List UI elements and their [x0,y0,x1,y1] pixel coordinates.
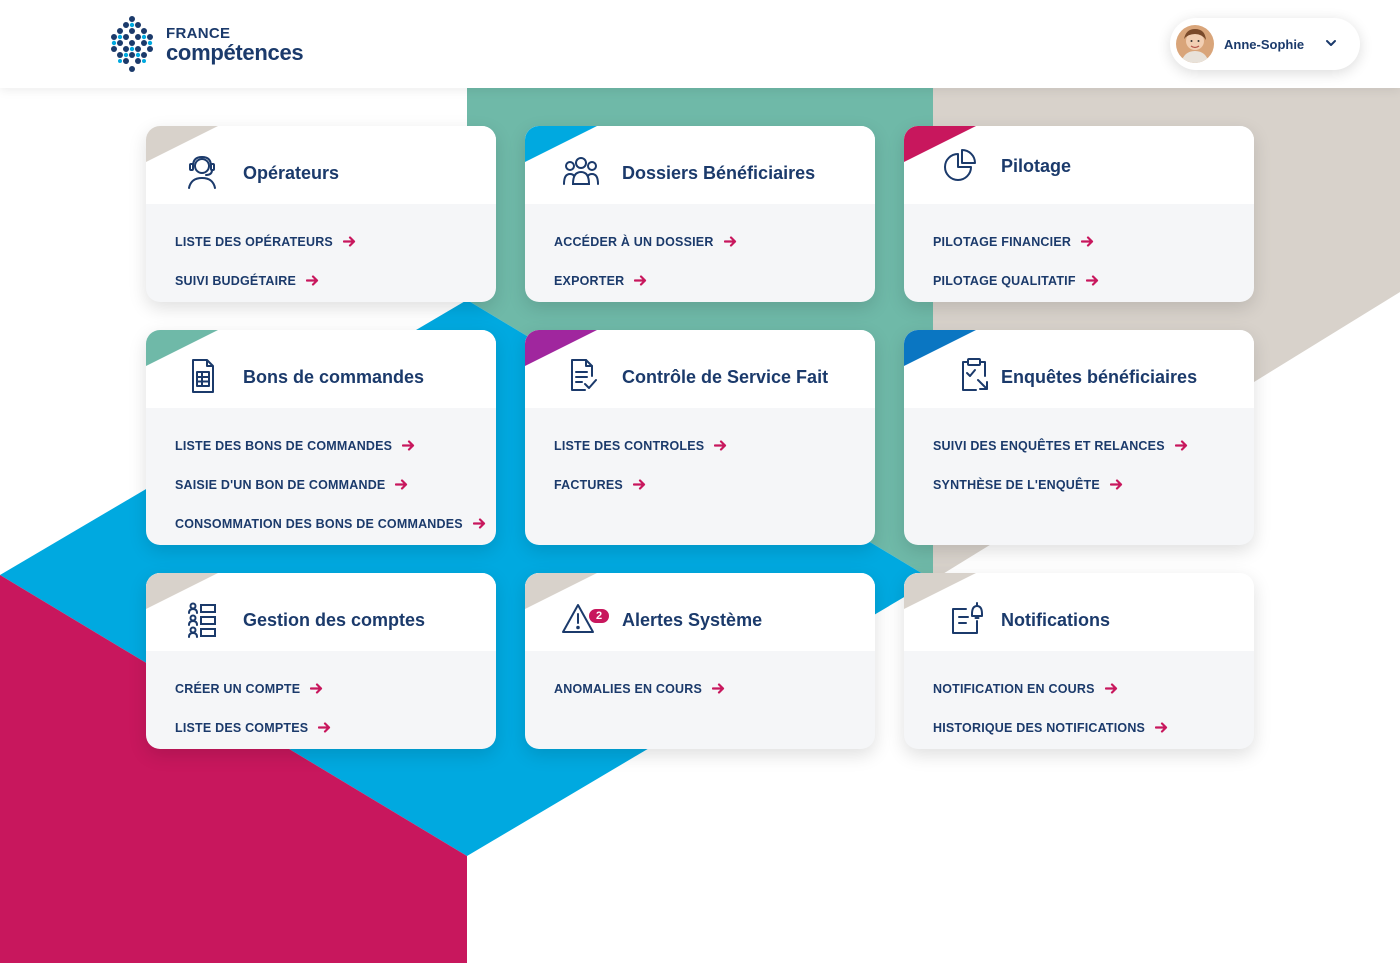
card-title: Bons de commandes [243,367,425,387]
card-title: Enquêtes bénéficiaires [1001,367,1198,387]
link-label: HISTORIQUE DES NOTIFICATIONS [933,720,1146,735]
clipboard-survey-icon [962,358,988,391]
arrow-right-icon [714,440,727,451]
link-label: LISTE DES COMPTES [175,720,309,735]
card-pilotage: Pilotage PILOTAGE FINANCIER PILOTAGE QUA… [904,126,1254,302]
avatar [1176,25,1214,63]
link-saisie-bon-commande[interactable]: SAISIE D'UN BON DE COMMANDE [175,465,496,504]
card-enquetes-beneficiaires: Enquêtes bénéficiaires SUIVI DES ENQUÊTE… [904,330,1254,545]
alert-count-badge: 2 [587,607,611,625]
link-label: FACTURES [554,477,623,492]
arrow-right-icon [1085,275,1098,286]
arrow-right-icon [472,518,485,529]
arrow-right-icon [723,236,736,247]
link-label: LISTE DES BONS DE COMMANDES [175,438,393,453]
card-title: Pilotage [1001,156,1072,176]
link-label: SAISIE D'UN BON DE COMMANDE [175,477,386,492]
link-label: EXPORTER [554,273,625,288]
notification-bell-icon [952,602,983,634]
order-document-icon [192,359,214,393]
top-header: FRANCE compétences Anne-Sophie [0,0,1400,88]
link-creer-compte[interactable]: CRÉER UN COMPTE [175,669,496,708]
arrow-right-icon [318,722,331,733]
card-bons-de-commandes: Bons de commandes LISTE DES BONS DE COMM… [146,330,496,545]
arrow-right-icon [395,479,408,490]
link-notification-en-cours[interactable]: NOTIFICATION EN COURS [933,669,1254,708]
link-label: ACCÉDER À UN DOSSIER [554,234,714,249]
arrow-right-icon [634,275,647,286]
card-alertes-systeme: 2 Alertes Système ANOMALIES EN COURS [525,573,875,749]
link-label: PILOTAGE QUALITATIF [933,273,1076,288]
link-pilotage-financier[interactable]: PILOTAGE FINANCIER [933,222,1254,261]
link-anomalies-en-cours[interactable]: ANOMALIES EN COURS [554,669,875,708]
arrow-right-icon [1104,683,1117,694]
document-check-icon [571,359,597,391]
user-menu-button[interactable]: Anne-Sophie [1170,18,1360,70]
card-dossiers-beneficiaires: Dossiers Bénéficiaires ACCÉDER À UN DOSS… [525,126,875,302]
link-exporter[interactable]: EXPORTER [554,261,875,300]
link-consommation-bons[interactable]: CONSOMMATION DES BONS DE COMMANDES [175,504,496,543]
link-label: NOTIFICATION EN COURS [933,681,1095,696]
card-title: Contrôle de Service Fait [622,367,829,387]
arrow-right-icon [306,275,319,286]
card-gestion-comptes: Gestion des comptes CRÉER UN COMPTE LIST… [146,573,496,749]
people-group-icon [563,157,599,185]
arrow-right-icon [402,440,415,451]
arrow-right-icon [1081,236,1094,247]
link-liste-comptes[interactable]: LISTE DES COMPTES [175,708,496,747]
arrow-right-icon [712,683,725,694]
arrow-right-icon [1155,722,1168,733]
arrow-right-icon [1109,479,1123,490]
pie-chart-icon [944,149,976,181]
operator-headset-icon [188,155,216,189]
link-label: CONSOMMATION DES BONS DE COMMANDES [175,516,463,531]
link-factures[interactable]: FACTURES [554,465,875,504]
arrow-right-icon [342,236,356,247]
card-operateurs: Opérateurs LISTE DES OPÉRATEURS SUIVI BU… [146,126,496,302]
link-label: SYNTHÈSE DE L'ENQUÊTE [933,477,1100,492]
link-label: LISTE DES OPÉRATEURS [175,234,333,249]
card-title: Notifications [1001,610,1111,630]
link-pilotage-qualitatif[interactable]: PILOTAGE QUALITATIF [933,261,1254,300]
link-liste-bons-commandes[interactable]: LISTE DES BONS DE COMMANDES [175,426,496,465]
card-controle-service-fait: Contrôle de Service Fait LISTE DES CONTR… [525,330,875,545]
link-label: SUIVI DES ENQUÊTES ET RELANCES [933,438,1165,453]
link-liste-controles[interactable]: LISTE DES CONTROLES [554,426,875,465]
link-label: ANOMALIES EN COURS [554,681,703,696]
link-label: CRÉER UN COMPTE [175,681,301,696]
link-synthese-enquete[interactable]: SYNTHÈSE DE L'ENQUÊTE [933,465,1254,504]
brand-logo[interactable]: FRANCE compétences [106,14,326,76]
link-label: SUIVI BUDGÉTAIRE [175,273,297,288]
link-label: PILOTAGE FINANCIER [933,234,1072,249]
chevron-down-icon[interactable] [1324,36,1338,50]
link-acceder-dossier[interactable]: ACCÉDER À UN DOSSIER [554,222,875,261]
logo-dots-icon [111,16,153,72]
arrow-right-icon [1174,440,1187,451]
user-name: Anne-Sophie [1224,36,1305,52]
card-title: Gestion des comptes [243,610,426,630]
card-title: Alertes Système [622,610,763,630]
link-label: LISTE DES CONTROLES [554,438,705,453]
link-liste-operateurs[interactable]: LISTE DES OPÉRATEURS [175,222,496,261]
card-title: Dossiers Bénéficiaires [622,163,816,183]
logo-text-france: FRANCE [166,25,231,42]
link-suivi-enquetes[interactable]: SUIVI DES ENQUÊTES ET RELANCES [933,426,1254,465]
logo-text-competences: compétences [166,40,304,65]
card-notifications: Notifications NOTIFICATION EN COURS HIST… [904,573,1254,749]
accounts-list-icon [188,602,216,638]
arrow-right-icon [310,683,323,694]
card-title: Opérateurs [243,163,340,183]
arrow-right-icon [632,479,646,490]
link-suivi-budgetaire[interactable]: SUIVI BUDGÉTAIRE [175,261,496,300]
link-historique-notifications[interactable]: HISTORIQUE DES NOTIFICATIONS [933,708,1254,747]
